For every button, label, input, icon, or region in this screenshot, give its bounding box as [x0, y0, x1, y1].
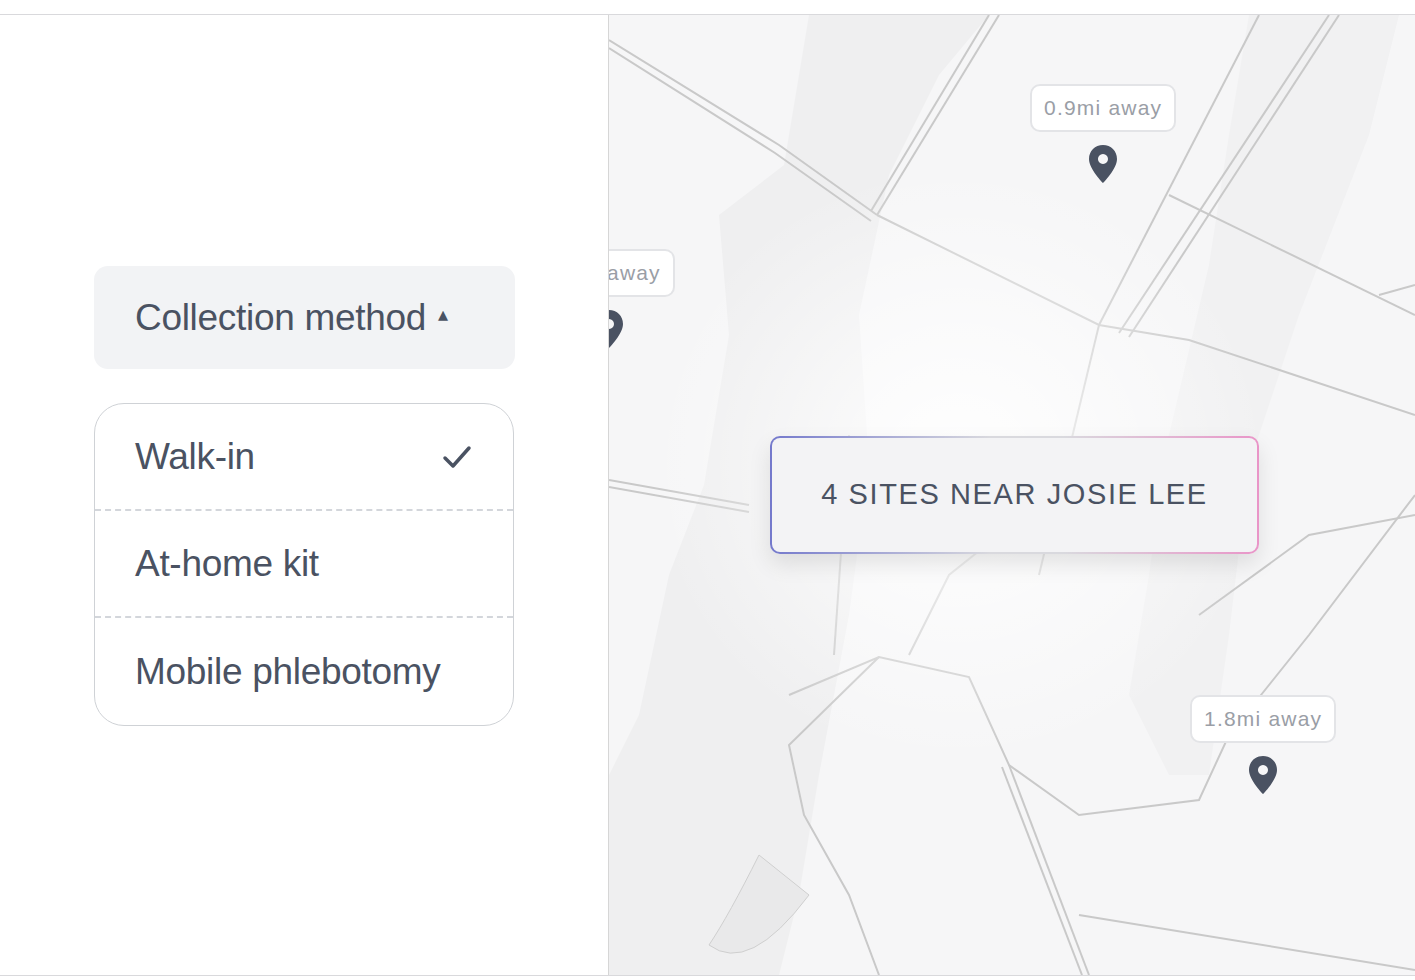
pin-distance-label: away: [608, 249, 675, 297]
collection-method-options: Walk-in At-home kit Mobile phlebotomy: [94, 403, 514, 726]
map-pin[interactable]: 1.8mi away: [1190, 695, 1336, 795]
pin-distance-label: 0.9mi away: [1030, 84, 1176, 132]
collection-method-button[interactable]: Collection method ▴: [94, 266, 515, 369]
page: Collection method ▴ Walk-in At-home kit Mobi…: [0, 14, 1415, 976]
caret-icon: ▴: [438, 299, 448, 329]
checkmark-icon: [441, 443, 473, 471]
map-pin[interactable]: 0.9mi away: [1030, 84, 1176, 184]
option-label: At-home kit: [135, 536, 319, 592]
option-label: Mobile phlebotomy: [135, 644, 440, 700]
option-label: Walk-in: [135, 429, 255, 485]
location-pin-icon: [1088, 144, 1118, 184]
sites-summary-text: 4 SITES NEAR JOSIE LEE: [821, 473, 1208, 517]
location-pin-icon: [1248, 755, 1278, 795]
filter-panel: Collection method ▴ Walk-in At-home kit Mobi…: [0, 15, 608, 975]
location-pin-icon: [608, 309, 624, 349]
pin-distance-label: 1.8mi away: [1190, 695, 1336, 743]
collection-method-label: Collection method: [135, 290, 426, 346]
collection-method-option[interactable]: At-home kit: [95, 511, 513, 618]
map-pin[interactable]: away: [608, 249, 675, 349]
collection-method-option[interactable]: Walk-in: [95, 404, 513, 511]
map[interactable]: 0.9mi away away 1.8mi away 4 SITES NEAR JO…: [608, 15, 1415, 975]
sites-summary-card: 4 SITES NEAR JOSIE LEE: [770, 436, 1259, 554]
collection-method-option[interactable]: Mobile phlebotomy: [95, 618, 513, 725]
